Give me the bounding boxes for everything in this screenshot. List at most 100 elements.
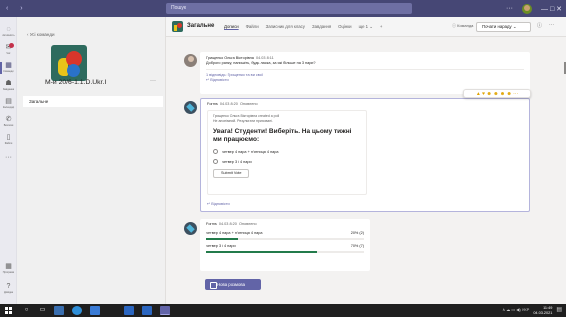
edge-icon[interactable] <box>72 306 82 315</box>
clock[interactable]: 11:49 04.03.2021 <box>533 306 552 315</box>
store-icon[interactable] <box>90 306 100 315</box>
rail-help[interactable]: ? Довідка <box>0 282 17 297</box>
post-author: Forms <box>206 222 217 226</box>
rail-chat[interactable]: ✉ Чат <box>0 43 17 58</box>
tab-more[interactable]: ще 1 ⌄ <box>359 24 373 30</box>
title-bar-right: ··· — □ ✕ <box>506 2 562 15</box>
unread-badge <box>9 43 14 48</box>
result-bar-track <box>206 251 364 253</box>
post-meta: Forms 04.03 8:20 Оновлено <box>206 222 364 227</box>
forms-bot-avatar <box>184 222 197 235</box>
clock-date: 04.03.2021 <box>533 310 553 315</box>
user-avatar[interactable] <box>522 3 533 14</box>
teams-icon: ▦ <box>5 62 12 69</box>
start-button[interactable] <box>4 306 13 315</box>
result-value: 70% (7) <box>350 244 364 248</box>
meet-now-button[interactable]: Почати нараду ⌄ <box>476 22 531 32</box>
author-avatar <box>184 54 197 67</box>
all-teams-link[interactable]: ‹ Усі команди <box>27 32 55 37</box>
post-author: Forms <box>207 102 218 106</box>
tab-assignments[interactable]: Завдання <box>312 24 331 30</box>
result-label: четвер 3 і 4 пари <box>206 244 236 248</box>
add-tab-button[interactable]: + <box>380 24 383 30</box>
tray-icons[interactable]: ∧ ☁ ▭ ◀) УКР <box>502 308 529 313</box>
submit-vote-button[interactable]: Submit Vote <box>213 169 250 178</box>
reply-button[interactable]: ↵ Відповісти <box>206 78 524 83</box>
window-controls[interactable]: — □ ✕ <box>541 5 562 13</box>
tab-class-notebook[interactable]: Записник для класу <box>266 24 305 30</box>
team-pane <box>17 17 166 304</box>
teams-taskbar-icon[interactable] <box>160 306 170 315</box>
notifications-icon[interactable]: ▤ <box>556 308 562 313</box>
channel-title: Загальне <box>187 23 215 29</box>
result-bar-track <box>206 238 364 240</box>
rail-calls[interactable]: ✆ Виклики <box>0 115 17 130</box>
app-rail: ◌ Активність ✉ Чат ▦ Команди ☗ Завдання … <box>0 17 17 304</box>
team-more-icon[interactable]: ··· <box>150 78 156 84</box>
rail-more[interactable]: ··· <box>0 153 17 168</box>
tab-files[interactable]: Файли <box>246 24 259 30</box>
channel-tabs: Дописи Файли Записник для класу Завдання… <box>224 24 382 30</box>
reactions-bar[interactable]: ▲ ♥ ☻ ☻ ☻ ☻ ··· <box>463 89 531 98</box>
rail-label: Виклики <box>3 124 14 127</box>
reply-button[interactable]: ↵ Відповісти <box>207 202 230 207</box>
title-bar: ‹ › Пошук ··· — □ ✕ <box>0 0 566 17</box>
radio-icon[interactable] <box>213 159 218 164</box>
help-icon: ? <box>6 283 11 290</box>
result-bar-fill <box>206 238 238 240</box>
mail-icon[interactable] <box>124 306 134 315</box>
post-3-results: Forms 04.03 8:20 Оновлено четвер 4 пара … <box>200 219 370 271</box>
rail-label: Календар <box>2 106 15 109</box>
more-icon: ··· <box>5 154 12 161</box>
result-value: 20% (2) <box>350 231 364 235</box>
rail-label: Команди <box>3 70 14 73</box>
poll-option-label: четвер 4 пара + п'ятниця 4 пара <box>222 149 279 154</box>
post-text: Доброго ранку, напишіть, будь ласка, за … <box>206 61 316 65</box>
history-nav[interactable]: ‹ › <box>6 5 28 12</box>
poll-option[interactable]: четвер 4 пара + п'ятниця 4 пара <box>213 149 361 154</box>
poll-option-label: четвер 3 і 4 пари <box>222 159 252 164</box>
apps-icon: ▦ <box>5 263 12 270</box>
rail-label: Чат <box>6 52 11 55</box>
file-icon: ▯ <box>6 134 11 141</box>
search-input[interactable]: Пошук <box>166 3 412 14</box>
result-row: четвер 3 і 4 пари 70% (7) <box>206 244 364 253</box>
tab-grades[interactable]: Оцінки <box>338 24 351 30</box>
result-bar-fill <box>206 251 317 253</box>
tab-posts[interactable]: Дописи <box>224 24 239 30</box>
post-2-poll: Forms 04.03 8:20 Оновлено Грищенко Ольга… <box>200 98 530 212</box>
rail-teams[interactable]: ▦ Команди <box>0 61 17 76</box>
more-options-icon[interactable]: ··· <box>549 22 554 28</box>
more-icon[interactable]: ··· <box>506 5 513 12</box>
team-info-pill[interactable]: ⓘ Команда <box>452 23 473 29</box>
task-view-icon[interactable]: ▭ <box>38 306 47 315</box>
team-icon <box>172 21 183 32</box>
team-name: М-и 20/6-1.1.D.Ukr.I <box>45 79 107 86</box>
rail-files[interactable]: ▯ Файли <box>0 133 17 148</box>
post-author: Грищенко Ольга Вікторівна <box>206 56 254 60</box>
post-meta: Forms 04.03 8:20 Оновлено <box>207 102 258 107</box>
new-conversation-button[interactable]: Нова розмова <box>205 279 261 290</box>
post-time: 04.03 8:20 <box>218 222 237 226</box>
poll-option[interactable]: четвер 3 і 4 пари <box>213 159 361 164</box>
rail-apps[interactable]: ▦ Програми <box>0 262 17 277</box>
radio-icon[interactable] <box>213 149 218 154</box>
rail-activity[interactable]: ◌ Активність <box>0 25 17 40</box>
rail-label: Завдання <box>2 88 15 91</box>
rail-assignments[interactable]: ☗ Завдання <box>0 79 17 94</box>
team-picture <box>51 45 87 81</box>
search-icon[interactable]: ○ <box>22 306 31 315</box>
rail-label: Активність <box>2 34 15 37</box>
system-tray: ∧ ☁ ▭ ◀) УКР 11:49 04.03.2021 ▤ <box>502 306 562 315</box>
post-edited: Оновлено <box>239 102 258 106</box>
rail-calendar[interactable]: ▤ Календар <box>0 97 17 112</box>
calendar-icon: ▤ <box>5 98 12 105</box>
post-time: 04.03 8:20 <box>219 102 238 106</box>
info-icon[interactable]: ⓘ <box>537 22 542 29</box>
post-edited: Оновлено <box>238 222 257 226</box>
photos-icon[interactable] <box>142 306 152 315</box>
channel-item-general[interactable]: Загальне <box>23 96 163 107</box>
poll-card: Грищенко Ольга Вікторівна created a poll… <box>207 110 367 195</box>
file-explorer-icon[interactable] <box>54 306 64 315</box>
rail-label: Довідка <box>4 291 13 294</box>
